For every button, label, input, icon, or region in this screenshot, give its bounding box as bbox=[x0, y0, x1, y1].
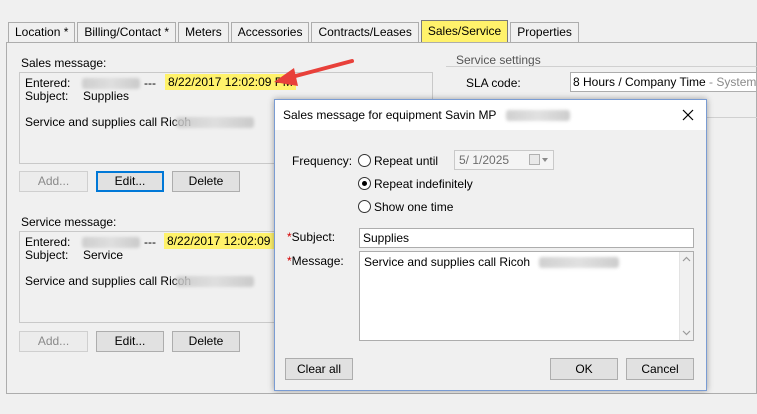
service-delete-button[interactable]: Delete bbox=[172, 331, 240, 352]
radio-show-one-time-label: Show one time bbox=[374, 200, 454, 214]
close-icon[interactable] bbox=[680, 105, 696, 125]
service-entered-label: Entered: bbox=[25, 235, 71, 249]
sales-entered-sep: --- bbox=[144, 76, 156, 90]
radio-repeat-until-label: Repeat until bbox=[374, 154, 439, 168]
tab-location[interactable]: Location * bbox=[8, 22, 76, 42]
service-message-box: Entered: --- 8/22/2017 12:02:09 PM Subje… bbox=[19, 231, 295, 323]
tab-meters[interactable]: Meters bbox=[178, 22, 229, 42]
scroll-down-icon[interactable] bbox=[682, 330, 691, 336]
window-bottom-strip bbox=[0, 394, 757, 414]
sales-add-button[interactable]: Add... bbox=[19, 171, 88, 192]
tab-properties[interactable]: Properties bbox=[510, 22, 579, 42]
sales-subject-value: Supplies bbox=[83, 89, 130, 103]
repeat-until-date-value: 5/ 1/2025 bbox=[459, 153, 510, 167]
message-label: *Message: bbox=[287, 254, 344, 268]
subject-input[interactable]: Supplies bbox=[359, 228, 694, 248]
message-label-text: Message: bbox=[291, 254, 344, 268]
sales-entered-label: Entered: bbox=[25, 76, 71, 90]
sla-code-label: SLA code: bbox=[466, 76, 521, 90]
service-entered-user-redacted bbox=[82, 237, 140, 248]
window-top-strip bbox=[0, 0, 757, 22]
dialog-title-model-redacted bbox=[505, 110, 570, 122]
repeat-until-date-field[interactable]: 5/ 1/2025 bbox=[454, 150, 554, 170]
dialog-title: Sales message for equipment Savin MP bbox=[283, 108, 497, 122]
clear-all-button[interactable]: Clear all bbox=[285, 358, 353, 380]
tab-sales-service[interactable]: Sales/Service bbox=[420, 20, 509, 42]
tab-contracts-leases[interactable]: Contracts/Leases bbox=[311, 22, 419, 42]
sales-body-text: Service and supplies call Ricoh bbox=[25, 115, 192, 129]
radio-repeat-until[interactable] bbox=[358, 154, 371, 167]
sla-code-value: 8 Hours / Company Time bbox=[573, 75, 706, 89]
calendar-dropdown-icon bbox=[529, 154, 548, 165]
service-subject-label: Subject: bbox=[25, 248, 69, 262]
service-message-label: Service message: bbox=[21, 215, 117, 229]
sales-delete-button[interactable]: Delete bbox=[172, 171, 240, 192]
service-add-button[interactable]: Add... bbox=[19, 331, 88, 352]
message-textarea[interactable]: Service and supplies call Ricoh bbox=[359, 251, 694, 341]
scroll-up-icon[interactable] bbox=[682, 256, 691, 262]
sla-code-field[interactable]: 8 Hours / Company Time - System Com bbox=[570, 72, 757, 92]
tab-strip: Location * Billing/Contact * Meters Acce… bbox=[8, 20, 581, 42]
service-settings-line bbox=[707, 117, 757, 118]
radio-repeat-indefinitely-label: Repeat indefinitely bbox=[374, 177, 473, 191]
message-phone-redacted bbox=[539, 257, 620, 269]
service-body-phone-redacted bbox=[176, 276, 254, 287]
service-settings-divider bbox=[446, 66, 757, 67]
service-edit-button[interactable]: Edit... bbox=[96, 331, 164, 352]
service-body-text: Service and supplies call Ricoh bbox=[25, 274, 192, 288]
radio-repeat-indefinitely[interactable] bbox=[358, 177, 371, 190]
annotation-arrow-icon bbox=[274, 59, 354, 86]
frequency-label: Frequency: bbox=[292, 154, 353, 168]
radio-show-one-time[interactable] bbox=[358, 200, 371, 213]
tab-accessories[interactable]: Accessories bbox=[230, 22, 310, 42]
service-entered-sep: --- bbox=[144, 235, 156, 249]
dialog-title-bar: Sales message for equipment Savin MP bbox=[275, 100, 706, 130]
service-settings-label: Service settings bbox=[456, 53, 541, 67]
sales-edit-button[interactable]: Edit... bbox=[96, 171, 164, 192]
sales-body-phone-redacted bbox=[176, 117, 254, 128]
cancel-button[interactable]: Cancel bbox=[626, 358, 694, 380]
message-text: Service and supplies call Ricoh bbox=[364, 255, 531, 269]
sales-subject-label: Subject: bbox=[25, 89, 69, 103]
ok-button[interactable]: OK bbox=[550, 358, 618, 380]
sales-message-label: Sales message: bbox=[21, 56, 107, 70]
sla-code-suffix: - System Com bbox=[709, 75, 757, 89]
tab-billing-contact[interactable]: Billing/Contact * bbox=[77, 22, 177, 42]
subject-label-text: Subject: bbox=[291, 230, 336, 244]
subject-label: *Subject: bbox=[287, 230, 335, 244]
message-scrollbar[interactable] bbox=[679, 252, 693, 340]
sales-entered-user-redacted bbox=[82, 78, 140, 89]
sales-message-dialog: Sales message for equipment Savin MP Fre… bbox=[274, 99, 707, 391]
service-subject-value: Service bbox=[83, 248, 124, 262]
